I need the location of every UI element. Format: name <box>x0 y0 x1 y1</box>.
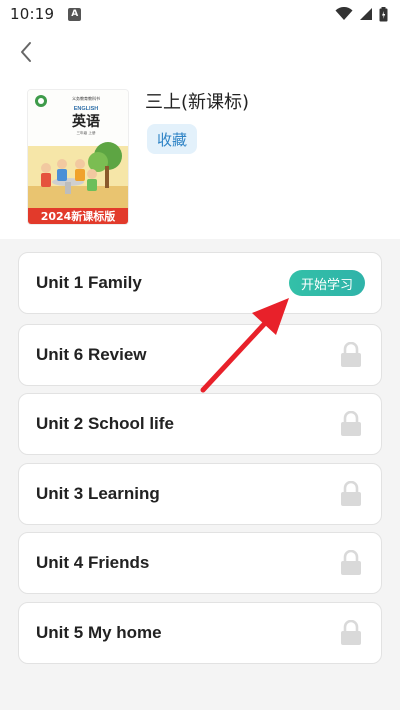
unit-card-4[interactable]: Unit 4 Friends <box>18 532 382 594</box>
status-bar: 10:19 A <box>0 0 400 28</box>
lock-icon <box>340 620 362 646</box>
unit-list: Unit 1 Family 开始学习 Unit 6 Review Unit 2 … <box>0 239 400 710</box>
a-badge-icon: A <box>68 7 82 21</box>
cover-english-text: ENGLISH <box>74 106 98 112</box>
wifi-icon <box>335 7 353 20</box>
cover-grade-text: 三年级 上册 <box>76 130 96 135</box>
unit-label: Unit 6 Review <box>36 345 147 364</box>
cover-edition-banner: 2024新课标版 <box>41 209 116 223</box>
lock-icon <box>340 481 362 507</box>
favorite-button[interactable]: 收藏 <box>147 124 197 154</box>
unit-card-1[interactable]: Unit 1 Family 开始学习 <box>18 252 382 314</box>
book-cover[interactable]: 义务教育教科书 ENGLISH 英语 三年级 上册 2024新课标版 <box>28 90 128 224</box>
unit-label: Unit 5 My home <box>36 623 162 642</box>
start-learning-button[interactable]: 开始学习 <box>288 270 365 296</box>
battery-icon <box>379 6 388 21</box>
unit-label: Unit 2 School life <box>36 414 174 433</box>
cover-subject-text: 英语 <box>71 113 100 130</box>
book-title: 三上(新课标) <box>145 92 250 113</box>
unit-card-5[interactable]: Unit 5 My home <box>18 602 382 664</box>
unit-card-2[interactable]: Unit 2 School life <box>18 393 382 455</box>
status-icons <box>335 6 388 22</box>
unit-card-3[interactable]: Unit 3 Learning <box>18 463 382 525</box>
status-time: 10:19 <box>10 5 55 23</box>
unit-label: Unit 3 Learning <box>36 484 160 503</box>
lock-icon <box>340 342 362 368</box>
book-cover-illustration: 义务教育教科书 ENGLISH 英语 三年级 上册 2024新课标版 <box>28 90 128 224</box>
lock-icon <box>340 550 362 576</box>
unit-card-6[interactable]: Unit 6 Review <box>18 324 382 386</box>
cover-publisher-text: 义务教育教科书 <box>72 95 100 101</box>
back-button[interactable] <box>12 38 40 66</box>
unit-label: Unit 1 Family <box>36 273 142 292</box>
lock-icon <box>340 411 362 437</box>
chevron-left-icon <box>21 42 31 62</box>
unit-label: Unit 4 Friends <box>36 553 150 572</box>
signal-icon <box>360 8 372 20</box>
